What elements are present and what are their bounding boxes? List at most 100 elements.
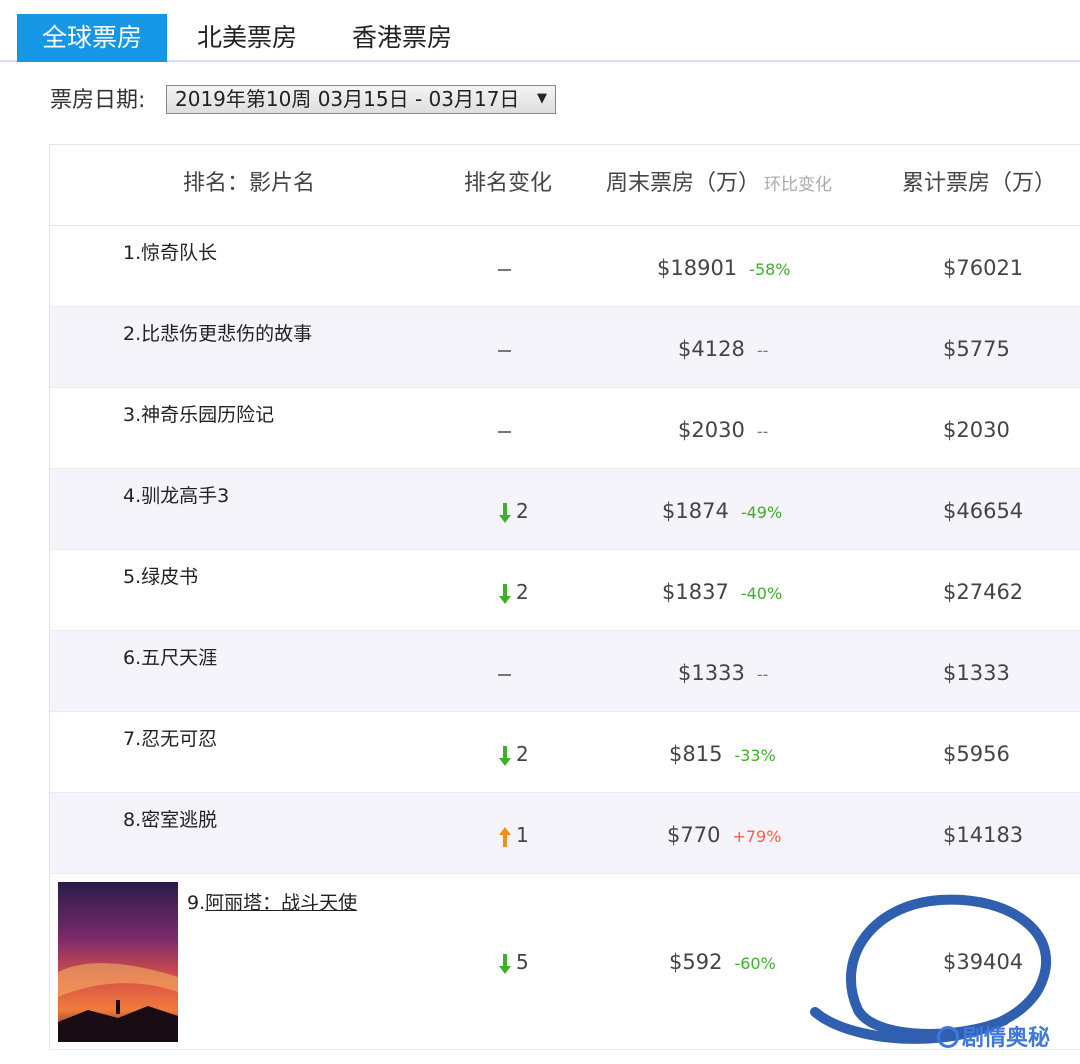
week-over-week-change: -60% (734, 954, 776, 973)
movie-title: 驯龙高手3 (141, 485, 230, 507)
weekend-box-office: $1837 -40% (662, 580, 782, 604)
movie-name: 4.驯龙高手3 (123, 481, 229, 508)
rank-change: 2 (498, 742, 529, 768)
header-weekend: 周末票房（万） 环比变化 (606, 145, 832, 224)
table-row[interactable]: 1.惊奇队长 $18901 -58% $76021 (50, 226, 1080, 307)
date-label: 票房日期: (50, 88, 146, 113)
weekend-box-office: $1874 -49% (662, 499, 782, 523)
arrow-up-icon (499, 826, 511, 847)
weekend-box-office: $592 -60% (669, 950, 776, 974)
tab-hong-kong-box-office[interactable]: 香港票房 (352, 14, 452, 62)
weekend-value: $770 (667, 823, 721, 847)
header-rank-change: 排名变化 (464, 171, 553, 196)
movie-title: 比悲伤更悲伤的故事 (141, 323, 313, 345)
movie-name: 3.神奇乐园历险记 (123, 400, 274, 427)
rank-number: 8. (123, 809, 142, 831)
weekend-box-office: $2030 -- (678, 418, 768, 442)
weekend-value: $1333 (678, 661, 745, 685)
movie-name: 1.惊奇队长 (123, 238, 217, 265)
table-header: 排名：影片名 排名变化 周末票房（万） 环比变化 累计票房（万） (50, 145, 1080, 226)
rank-change: 1 (498, 823, 529, 849)
week-over-week-change: -58% (749, 260, 791, 279)
rank-number: 7. (123, 728, 142, 750)
total-box-office: $39404 (943, 950, 1024, 974)
total-box-office: $27462 (943, 580, 1024, 604)
movie-name: 8.密室逃脱 (123, 805, 217, 832)
movie-title: 忍无可忍 (141, 728, 218, 750)
box-office-table: 排名：影片名 排名变化 周末票房（万） 环比变化 累计票房（万） 1.惊奇队长 $1… (49, 144, 1080, 1050)
movie-name: 7.忍无可忍 (123, 724, 217, 751)
week-over-week-change: +79% (732, 827, 782, 846)
weekend-box-office: $815 -33% (669, 742, 776, 766)
movie-poster[interactable] (58, 882, 178, 1042)
week-over-week-change: -49% (740, 503, 783, 522)
table-row[interactable]: 2.比悲伤更悲伤的故事 $4128 -- $5775 (50, 307, 1080, 388)
no-change-dash-icon (498, 430, 511, 433)
movie-name: 6.五尺天涯 (123, 643, 217, 670)
rank-change-value: 2 (516, 742, 529, 766)
rank-number: 3. (123, 404, 142, 426)
movie-title: 神奇乐园历险记 (141, 404, 275, 426)
rank-change: 2 (498, 580, 529, 606)
weekend-value: $4128 (678, 337, 745, 361)
weekend-value: $18901 (657, 256, 738, 280)
header-weekend-hint: 环比变化 (764, 175, 833, 195)
weekend-value: $815 (669, 742, 723, 766)
movie-name[interactable]: 9.阿丽塔：战斗天使 (187, 888, 357, 915)
arrow-down-icon (499, 502, 511, 523)
table-row[interactable]: 7.忍无可忍 2 $815 -33% $5956 (50, 712, 1080, 793)
table-body: 1.惊奇队长 $18901 -58% $76021 2.比悲伤更悲伤的故事 $4128 --… (50, 226, 1080, 1050)
rank-change (498, 256, 511, 280)
header-weekend-label: 周末票房（万） (606, 171, 761, 196)
movie-name: 2.比悲伤更悲伤的故事 (123, 319, 312, 346)
rank-change: 2 (498, 499, 529, 525)
arrow-down-icon (499, 953, 511, 974)
rank-change (498, 418, 511, 442)
total-box-office: $5956 (943, 742, 1010, 766)
table-row[interactable]: 4.驯龙高手3 2 $1874 -49% $46654 (50, 469, 1080, 550)
weekend-box-office: $770 +79% (667, 823, 781, 847)
rank-number: 4. (123, 485, 142, 507)
dropdown-arrow-icon: ▼ (537, 91, 547, 106)
table-row[interactable]: 5.绿皮书 2 $1837 -40% $27462 (50, 550, 1080, 631)
movie-title[interactable]: 阿丽塔：战斗天使 (205, 892, 357, 914)
total-box-office: $1333 (943, 661, 1010, 685)
weekend-box-office: $18901 -58% (657, 256, 791, 280)
week-over-week-change: -- (756, 665, 769, 684)
weekend-box-office: $1333 -- (678, 661, 768, 685)
movie-poster-image (58, 882, 178, 1042)
arrow-down-icon (499, 583, 511, 604)
watermark-logo-icon (937, 1026, 959, 1048)
table-row[interactable]: 6.五尺天涯 $1333 -- $1333 (50, 631, 1080, 712)
header-name: 排名：影片名 (183, 171, 316, 196)
tab-north-america-box-office[interactable]: 北美票房 (197, 14, 297, 62)
tab-bar: 全球票房 北美票房 香港票房 (0, 0, 1080, 62)
tab-global-box-office[interactable]: 全球票房 (17, 14, 167, 62)
table-row[interactable]: 9.阿丽塔：战斗天使 5 $592 -60% $39404 (50, 874, 1080, 1050)
movie-title: 密室逃脱 (141, 809, 218, 831)
rank-number: 6. (123, 647, 142, 669)
total-box-office: $5775 (943, 337, 1010, 361)
week-over-week-change: -40% (740, 584, 783, 603)
movie-title: 五尺天涯 (141, 647, 218, 669)
week-over-week-change: -- (756, 422, 769, 441)
header-total: 累计票房（万） (902, 171, 1057, 196)
arrow-down-icon (499, 745, 511, 766)
rank-number: 9. (187, 892, 206, 914)
table-row[interactable]: 8.密室逃脱 1 $770 +79% $14183 (50, 793, 1080, 874)
date-select[interactable]: 2019年第10周 03月15日 - 03月17日 ▼ (166, 85, 556, 114)
weekend-box-office: $4128 -- (678, 337, 768, 361)
movie-title: 惊奇队长 (141, 242, 218, 264)
movie-name: 5.绿皮书 (123, 562, 198, 589)
watermark-text: 剧情奥秘 (962, 1026, 1051, 1051)
weekend-value: $1837 (662, 580, 729, 604)
total-box-office: $76021 (943, 256, 1024, 280)
total-box-office: $46654 (943, 499, 1024, 523)
no-change-dash-icon (498, 349, 511, 352)
rank-change: 5 (498, 950, 529, 976)
table-row[interactable]: 3.神奇乐园历险记 $2030 -- $2030 (50, 388, 1080, 469)
total-box-office: $2030 (943, 418, 1010, 442)
no-change-dash-icon (498, 268, 511, 271)
total-box-office: $14183 (943, 823, 1024, 847)
rank-change-value: 2 (516, 499, 529, 523)
